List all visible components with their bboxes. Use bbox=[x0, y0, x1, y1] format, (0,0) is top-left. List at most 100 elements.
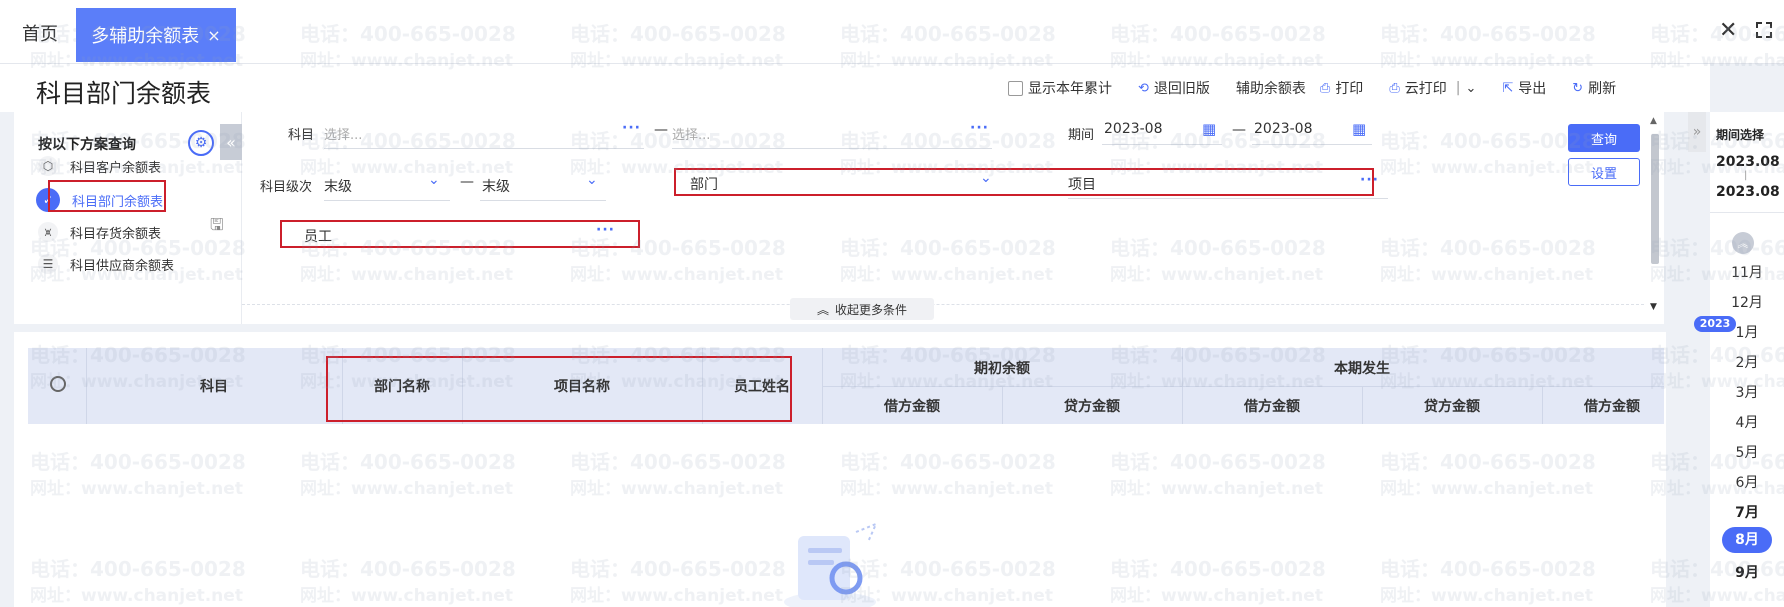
col-opening-debit[interactable]: 借方金额 bbox=[822, 396, 1002, 416]
calendar-icon[interactable]: ▦ bbox=[1202, 120, 1216, 138]
month-item[interactable]: 4月 bbox=[1722, 412, 1772, 432]
export-icon: ⇱ bbox=[1502, 80, 1514, 96]
calendar-icon[interactable]: ▦ bbox=[1352, 120, 1366, 138]
period-panel: 期间选择 2023.08 | 2023.08 ︽ 11月 12月 2023 1月 2月 3… bbox=[1694, 112, 1784, 607]
level-to-select[interactable]: 末级 bbox=[482, 176, 510, 196]
month-item[interactable]: 9月 bbox=[1722, 562, 1772, 582]
settings-button[interactable]: 设置 bbox=[1568, 158, 1640, 186]
chevron-up-icon: ︽ bbox=[816, 302, 829, 317]
highlight-box bbox=[326, 356, 792, 422]
level-from-select[interactable]: 末级 bbox=[324, 176, 352, 196]
scheme-item-customer[interactable]: ⬡ 科目客户余额表 bbox=[38, 156, 161, 176]
row-sep bbox=[822, 386, 1664, 387]
col-opening-credit[interactable]: 贷方金额 bbox=[1002, 396, 1182, 416]
month-item[interactable]: 3月 bbox=[1722, 382, 1772, 402]
col-next-debit[interactable]: 借方金额 bbox=[1542, 396, 1682, 416]
subject-to-picker-icon[interactable]: ··· bbox=[970, 120, 989, 136]
scheme-item-label: 科目供应商余额表 bbox=[70, 258, 175, 274]
cloud-print-separator: | bbox=[1455, 80, 1461, 96]
highlight-box bbox=[48, 180, 166, 212]
subject-from-input[interactable]: 选择... bbox=[324, 124, 362, 143]
window-close-icon[interactable]: ✕ bbox=[1719, 18, 1737, 43]
cloud-print-button[interactable]: ⎙ 云打印 | ⌄ bbox=[1389, 78, 1476, 98]
month-item[interactable]: 6月 bbox=[1722, 472, 1772, 492]
col-current-credit[interactable]: 贷方金额 bbox=[1362, 396, 1542, 416]
tab-home[interactable]: 首页 bbox=[22, 20, 58, 46]
period-from-underline bbox=[1102, 144, 1222, 145]
col-subject[interactable]: 科目 bbox=[86, 376, 342, 396]
list-icon: ☰ bbox=[38, 254, 58, 274]
print-button[interactable]: ⎙ 打印 bbox=[1320, 78, 1363, 98]
refresh-label: 刷新 bbox=[1588, 81, 1617, 97]
scroll-up-icon[interactable]: ▲ bbox=[1650, 116, 1657, 126]
cube-icon: ⬡ bbox=[38, 156, 58, 176]
project-picker-icon[interactable]: ··· bbox=[1360, 172, 1379, 188]
tab-multi-aux-balance[interactable]: 多辅助余额表 × bbox=[76, 8, 236, 62]
scheme-item-inventory[interactable]: ⩙ 科目存货余额表 bbox=[38, 222, 161, 242]
employee-field[interactable]: 员工 bbox=[304, 226, 332, 246]
period-from-input[interactable]: 2023-08 bbox=[1104, 121, 1163, 137]
chevron-down-icon[interactable]: ⌄ bbox=[586, 172, 598, 188]
expand-right-icon[interactable]: » bbox=[1688, 112, 1706, 152]
scroll-thumb[interactable] bbox=[1651, 134, 1659, 264]
range-dash: — bbox=[654, 122, 668, 138]
col-current-debit[interactable]: 借方金额 bbox=[1182, 396, 1362, 416]
chevron-down-icon[interactable]: ⌄ bbox=[428, 172, 440, 188]
save-icon[interactable]: 🖫 bbox=[210, 214, 224, 241]
export-button[interactable]: ⇱ 导出 bbox=[1502, 78, 1546, 98]
column-settings-gear-icon[interactable] bbox=[50, 376, 66, 392]
month-item[interactable]: 5月 bbox=[1722, 442, 1772, 462]
scheme-item-supplier[interactable]: ☰ 科目供应商余额表 bbox=[38, 254, 174, 274]
query-panel: 按以下方案查询 ⚙ « ⬡ 科目客户余额表 ✓ 科目部门余额表 🖫 ⩙ 科目存货… bbox=[14, 112, 1654, 324]
refresh-button[interactable]: ↻ 刷新 bbox=[1572, 78, 1616, 98]
month-item[interactable]: 7月 bbox=[1722, 502, 1772, 522]
period-label: 期间 bbox=[1068, 128, 1095, 143]
level-label: 科目级次 bbox=[260, 180, 313, 195]
subject-to-input[interactable]: 选择... bbox=[672, 124, 710, 143]
scheme-settings-gear-icon[interactable]: ⚙ bbox=[188, 130, 214, 156]
subject-from-picker-icon[interactable]: ··· bbox=[622, 120, 641, 136]
aux-balance-label: 辅助余额表 bbox=[1235, 81, 1306, 97]
period-range-to: 2023.08 bbox=[1716, 184, 1780, 200]
col-group-opening-balance: 期初余额 bbox=[974, 361, 1030, 377]
chevron-down-icon[interactable]: ⌄ bbox=[980, 170, 992, 186]
print-label: 打印 bbox=[1335, 81, 1364, 97]
collapse-more-conditions-button[interactable]: ︽ 收起更多条件 bbox=[790, 298, 934, 320]
tab-close-icon[interactable]: × bbox=[207, 26, 220, 45]
vertical-scrollbar[interactable]: ▲ ▼ bbox=[1646, 112, 1664, 324]
scheme-title: 按以下方案查询 bbox=[38, 137, 136, 153]
chart-icon: ⩙ bbox=[38, 222, 58, 242]
scheme-item-label: 科目客户余额表 bbox=[70, 160, 162, 176]
period-to-input[interactable]: 2023-08 bbox=[1254, 121, 1313, 137]
highlight-box bbox=[280, 220, 640, 248]
period-panel-title: 期间选择 bbox=[1716, 128, 1765, 142]
month-item[interactable]: 11月 bbox=[1722, 262, 1772, 282]
month-item[interactable]: 12月 bbox=[1722, 292, 1772, 312]
scheme-panel: 按以下方案查询 ⚙ « ⬡ 科目客户余额表 ✓ 科目部门余额表 🖫 ⩙ 科目存货… bbox=[14, 112, 242, 324]
page-header: 科目部门余额表 显示本年累计 ⟲ 退回旧版 辅助余额表 ⎙ 打印 ⎙ 云打印 |… bbox=[0, 64, 1710, 112]
department-select[interactable]: 部门 bbox=[690, 174, 718, 194]
query-button[interactable]: 查询 bbox=[1568, 124, 1640, 152]
scroll-up-icon[interactable]: ︽ bbox=[1732, 232, 1754, 254]
chevron-down-icon[interactable]: ⌄ bbox=[1465, 81, 1476, 96]
month-item-selected[interactable]: 8月 bbox=[1722, 527, 1772, 553]
toolbar: 显示本年累计 ⟲ 退回旧版 辅助余额表 ⎙ 打印 ⎙ 云打印 | ⌄ ⇱ 导出 … bbox=[1008, 78, 1642, 98]
scroll-down-icon[interactable]: ▼ bbox=[1650, 302, 1657, 312]
collapse-left-icon[interactable]: « bbox=[220, 124, 242, 160]
project-field[interactable]: 项目 bbox=[1068, 174, 1096, 194]
month-item[interactable]: 1月 bbox=[1722, 322, 1772, 342]
period-range-separator: | bbox=[1744, 170, 1748, 181]
month-item[interactable]: 2月 bbox=[1722, 352, 1772, 372]
subject-label: 科目 bbox=[288, 128, 315, 143]
export-label: 导出 bbox=[1518, 81, 1547, 97]
page-title: 科目部门余额表 bbox=[36, 79, 212, 108]
aux-balance-button[interactable]: 辅助余额表 bbox=[1236, 78, 1306, 98]
revert-old-button[interactable]: ⟲ 退回旧版 bbox=[1138, 78, 1210, 98]
cloud-printer-icon: ⎙ bbox=[1389, 80, 1400, 96]
gutter bbox=[1666, 332, 1674, 607]
empty-state-illustration bbox=[784, 522, 878, 607]
employee-picker-icon[interactable]: ··· bbox=[596, 222, 615, 238]
project-underline bbox=[1068, 198, 1388, 199]
show-year-total-checkbox[interactable]: 显示本年累计 bbox=[1008, 78, 1112, 98]
fullscreen-icon[interactable] bbox=[1756, 22, 1772, 38]
